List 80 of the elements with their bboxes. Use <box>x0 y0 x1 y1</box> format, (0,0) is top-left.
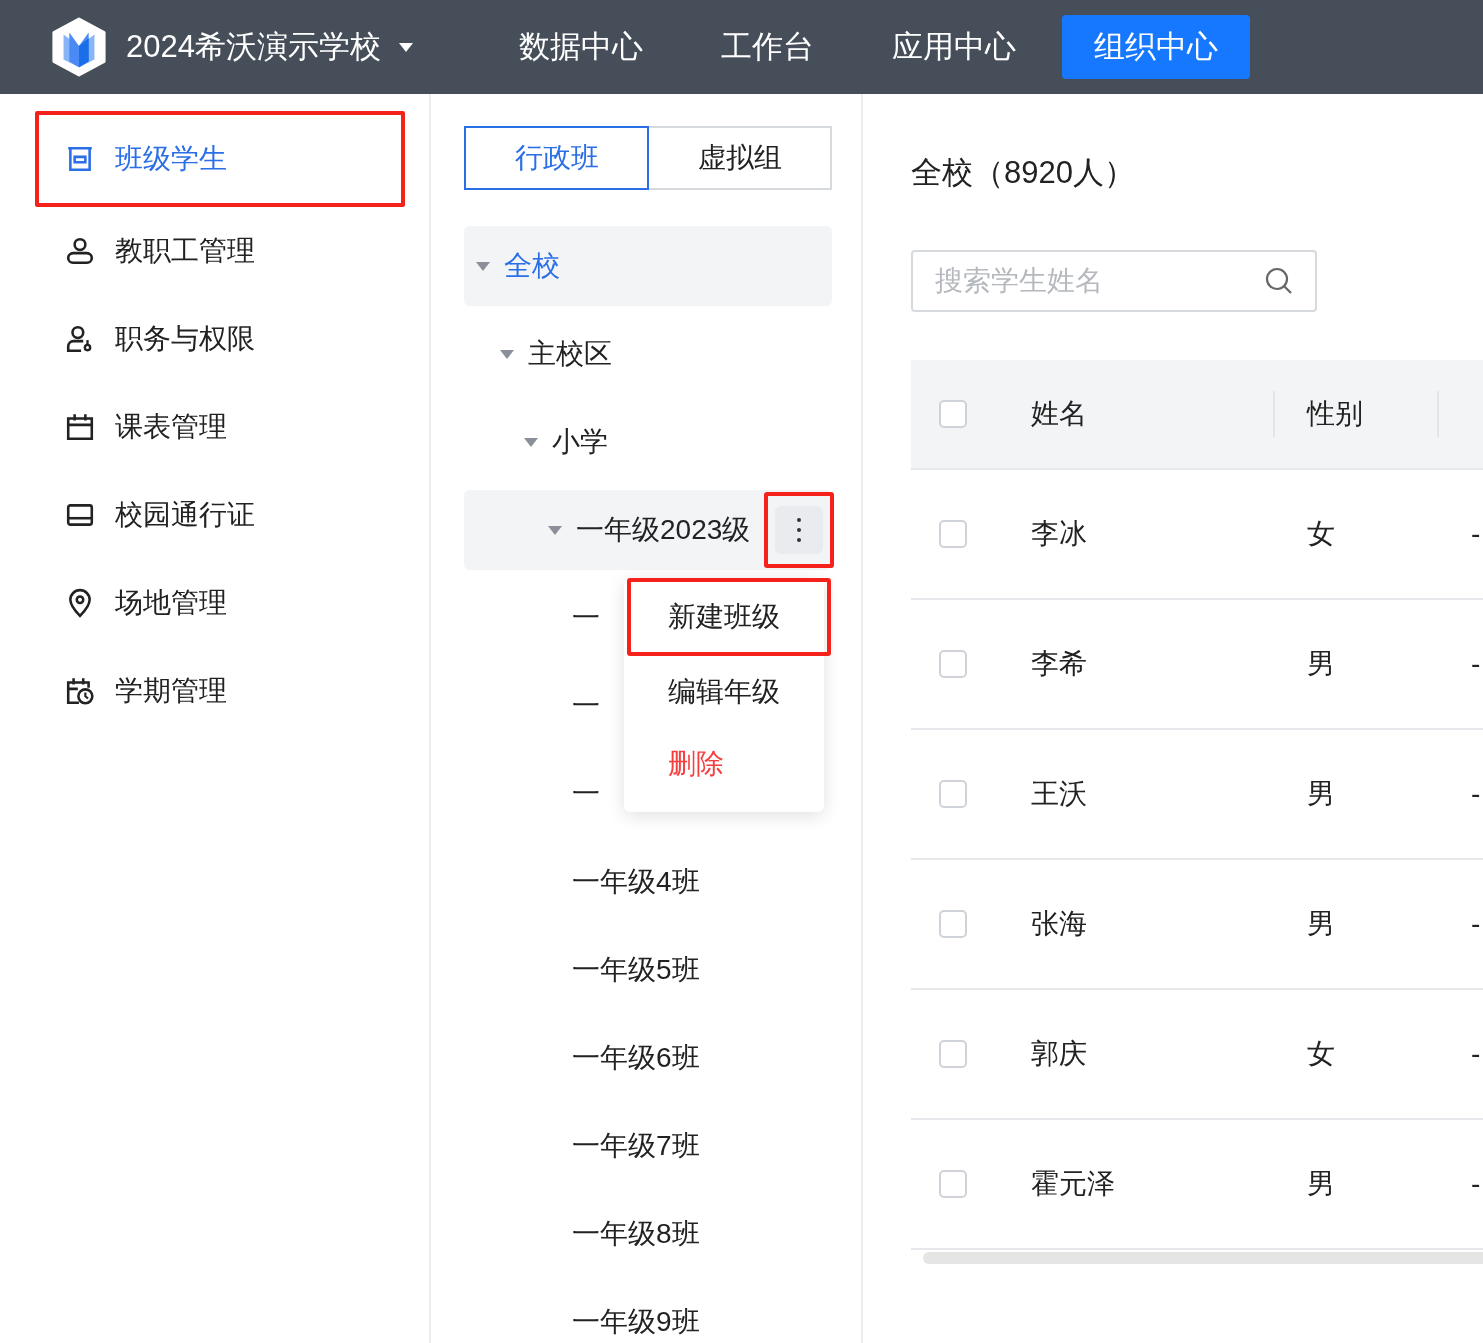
sidebar-item[interactable]: 教职工管理 <box>39 211 401 291</box>
caret-icon <box>398 42 413 52</box>
expand-arrow-icon[interactable] <box>548 525 562 535</box>
view-tab[interactable]: 虚拟组 <box>649 126 832 190</box>
table-cell-text: - <box>1470 518 1481 550</box>
tree-node[interactable]: 一年级4班 <box>464 842 832 922</box>
node-label: 一年级8班 <box>572 1217 700 1251</box>
row-checkbox[interactable] <box>939 1040 967 1068</box>
table-cell-text: 男 <box>1306 907 1336 941</box>
table-cell-text: 李希 <box>1031 647 1088 681</box>
expand-arrow-icon[interactable] <box>500 349 514 359</box>
node-label: 一年级4班 <box>572 865 700 899</box>
node-label: 一年级6班 <box>572 1041 700 1075</box>
column-header: 性别 <box>1305 397 1364 431</box>
tree-node[interactable]: 小学 <box>464 402 832 482</box>
expand-arrow-icon[interactable] <box>524 437 538 447</box>
column-header: 姓名 <box>1031 397 1088 431</box>
select-all-checkbox[interactable] <box>939 400 967 428</box>
calendar-clock-icon <box>65 676 95 706</box>
menu-item[interactable]: 编辑年级 <box>628 660 820 724</box>
table-cell-text: 李冰 <box>1031 517 1088 551</box>
row-checkbox[interactable] <box>939 1170 967 1198</box>
tree-node[interactable]: 一年级7班 <box>464 1106 832 1186</box>
node-label: 一年级9班 <box>572 1305 700 1339</box>
tree-node[interactable]: 一年级9班 <box>464 1282 832 1343</box>
node-label: 一年级5班 <box>572 953 700 987</box>
search-icon <box>1265 267 1293 295</box>
nav-tab[interactable]: 组织中心 <box>1061 15 1250 79</box>
tree-node[interactable]: 全校 <box>464 226 832 306</box>
sidebar-item[interactable]: 职务与权限 <box>39 299 401 379</box>
board-icon <box>65 144 95 174</box>
search-field[interactable]: 搜索学生姓名 <box>911 250 1317 312</box>
row-checkbox[interactable] <box>939 780 967 808</box>
table-cell-text: 男 <box>1306 1167 1336 1201</box>
tree-node[interactable]: 一年级5班 <box>464 930 832 1010</box>
sidebar-item[interactable]: 场地管理 <box>39 563 401 643</box>
node-label: 全校 <box>504 249 560 283</box>
menu-item[interactable]: 删除 <box>628 732 820 796</box>
tree-node[interactable]: 一年级8班 <box>464 1194 832 1274</box>
book-logo-icon <box>50 16 108 78</box>
sidebar-item[interactable]: 课表管理 <box>39 387 401 467</box>
node-label: 主校区 <box>528 337 612 371</box>
calendar-icon <box>65 412 95 442</box>
table-cell-text: 男 <box>1306 777 1336 811</box>
row-checkbox[interactable] <box>939 910 967 938</box>
node-label: 小学 <box>552 425 608 459</box>
table-cell-text: - <box>1470 778 1481 810</box>
table-cell-text: - <box>1470 908 1481 940</box>
table-cell-text: 张海 <box>1031 907 1088 941</box>
table-cell-text: - <box>1470 648 1481 680</box>
tree-node[interactable]: 一年级2023级 <box>464 490 832 570</box>
view-tab[interactable]: 行政班 <box>464 126 649 190</box>
nav-tab[interactable]: 工作台 <box>688 15 846 79</box>
school-switcher[interactable]: 2024希沃演示学校 <box>126 26 413 68</box>
scrollbar[interactable] <box>923 1252 1483 1264</box>
expand-arrow-icon[interactable] <box>476 261 490 271</box>
table-cell-text: 霍元泽 <box>1031 1167 1116 1201</box>
table-cell-text: 郭庆 <box>1031 1037 1088 1071</box>
nav-tab[interactable]: 数据中心 <box>486 15 675 79</box>
tree-node[interactable]: 主校区 <box>464 314 832 394</box>
node-label: 一年级2023级 <box>576 513 751 547</box>
table-cell-text: 女 <box>1306 517 1336 551</box>
sidebar-item[interactable]: 学期管理 <box>39 651 401 731</box>
more-icon <box>797 518 801 542</box>
tree-node[interactable]: 一年级6班 <box>464 1018 832 1098</box>
table-cell-text: 女 <box>1306 1037 1336 1071</box>
table-cell-text: 王沃 <box>1031 777 1088 811</box>
table-cell-text: 男 <box>1306 647 1336 681</box>
row-checkbox[interactable] <box>939 650 967 678</box>
row-checkbox[interactable] <box>939 520 967 548</box>
sidebar-item[interactable]: 班级学生 <box>39 115 401 203</box>
person-icon <box>65 236 95 266</box>
menu-item[interactable]: 新建班级 <box>631 582 827 652</box>
nav-tab[interactable]: 应用中心 <box>859 15 1048 79</box>
more-button[interactable] <box>775 506 823 554</box>
page-title: 全校（8920人） <box>911 154 1136 192</box>
sidebar-item[interactable]: 校园通行证 <box>39 475 401 555</box>
table-cell-text: - <box>1470 1168 1481 1200</box>
table-cell-text: - <box>1470 1038 1481 1070</box>
node-label: 一年级7班 <box>572 1129 700 1163</box>
